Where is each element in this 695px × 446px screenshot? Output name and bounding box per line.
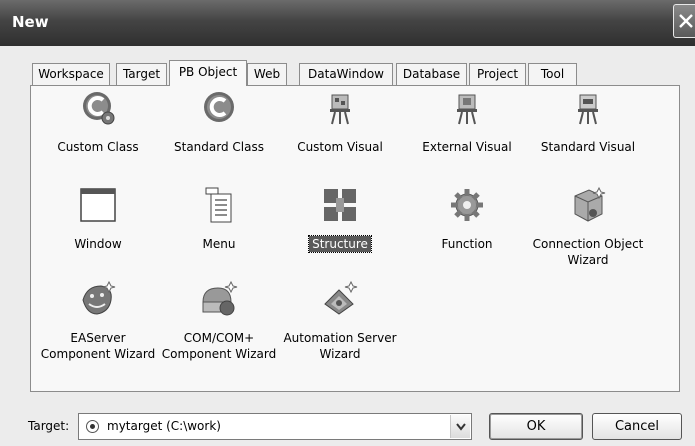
- tab-tool[interactable]: Tool: [528, 63, 577, 85]
- tab-project[interactable]: Project: [469, 63, 526, 85]
- cube-wizard-icon: [574, 186, 606, 222]
- target-radio-icon: [86, 420, 99, 433]
- close-button[interactable]: [673, 4, 695, 38]
- item-label: Connection Object Wizard: [532, 237, 644, 267]
- item-label: Standard Class: [174, 140, 264, 154]
- tab-datawindow[interactable]: DataWindow: [299, 63, 393, 85]
- item-label: Standard Visual: [540, 140, 636, 154]
- easel-icon: [330, 94, 350, 125]
- jaguar-icon: [82, 280, 116, 315]
- target-value: mytarget (C:\work): [107, 419, 221, 433]
- easel-icon: [457, 94, 477, 125]
- gear-icon: [451, 189, 483, 221]
- structure-icon: [324, 189, 356, 221]
- cancel-button[interactable]: Cancel: [592, 413, 682, 440]
- item-label: Custom Visual: [297, 140, 383, 154]
- title-bar: New: [0, 0, 695, 46]
- item-label: External Visual: [422, 140, 512, 154]
- target-select[interactable]: mytarget (C:\work): [78, 413, 472, 440]
- tab-pb-object[interactable]: PB Object: [169, 60, 247, 86]
- tab-database[interactable]: Database: [396, 63, 467, 85]
- item-label: COM/COM+ Component Wizard: [161, 331, 277, 361]
- easel-icon: [578, 94, 598, 125]
- item-label: Structure: [280, 235, 400, 253]
- object-list: Custom Class Standard Class Custom Visua…: [30, 85, 680, 392]
- item-label: Window: [74, 237, 122, 251]
- dropdown-button[interactable]: [450, 415, 470, 438]
- automation-wizard-icon: [324, 280, 358, 315]
- c-class-icon: [204, 92, 234, 122]
- selected-label: Structure: [308, 235, 372, 253]
- window-icon: [80, 188, 116, 222]
- chevron-down-icon: [456, 423, 466, 431]
- c-class-gear-icon: [83, 92, 115, 125]
- menu-icon: [205, 187, 232, 223]
- ok-button[interactable]: OK: [489, 413, 583, 440]
- item-label: Automation Server Wizard: [283, 331, 397, 361]
- close-icon: [679, 14, 693, 28]
- dialog-title: New: [12, 13, 49, 31]
- tab-target[interactable]: Target: [116, 63, 167, 85]
- new-dialog: New Workspace Target PB Object Web DataW…: [0, 0, 695, 446]
- tab-workspace[interactable]: Workspace: [32, 63, 110, 85]
- target-label: Target:: [28, 419, 70, 433]
- item-label: Menu: [202, 237, 236, 251]
- tab-web[interactable]: Web: [247, 63, 287, 85]
- item-label: EAServer Component Wizard: [40, 331, 156, 361]
- item-label: Custom Class: [57, 140, 139, 154]
- item-label: Function: [441, 237, 493, 251]
- dialog-footer: Target: mytarget (C:\work) OK Cancel: [0, 400, 695, 446]
- com-wizard-icon: [202, 280, 238, 316]
